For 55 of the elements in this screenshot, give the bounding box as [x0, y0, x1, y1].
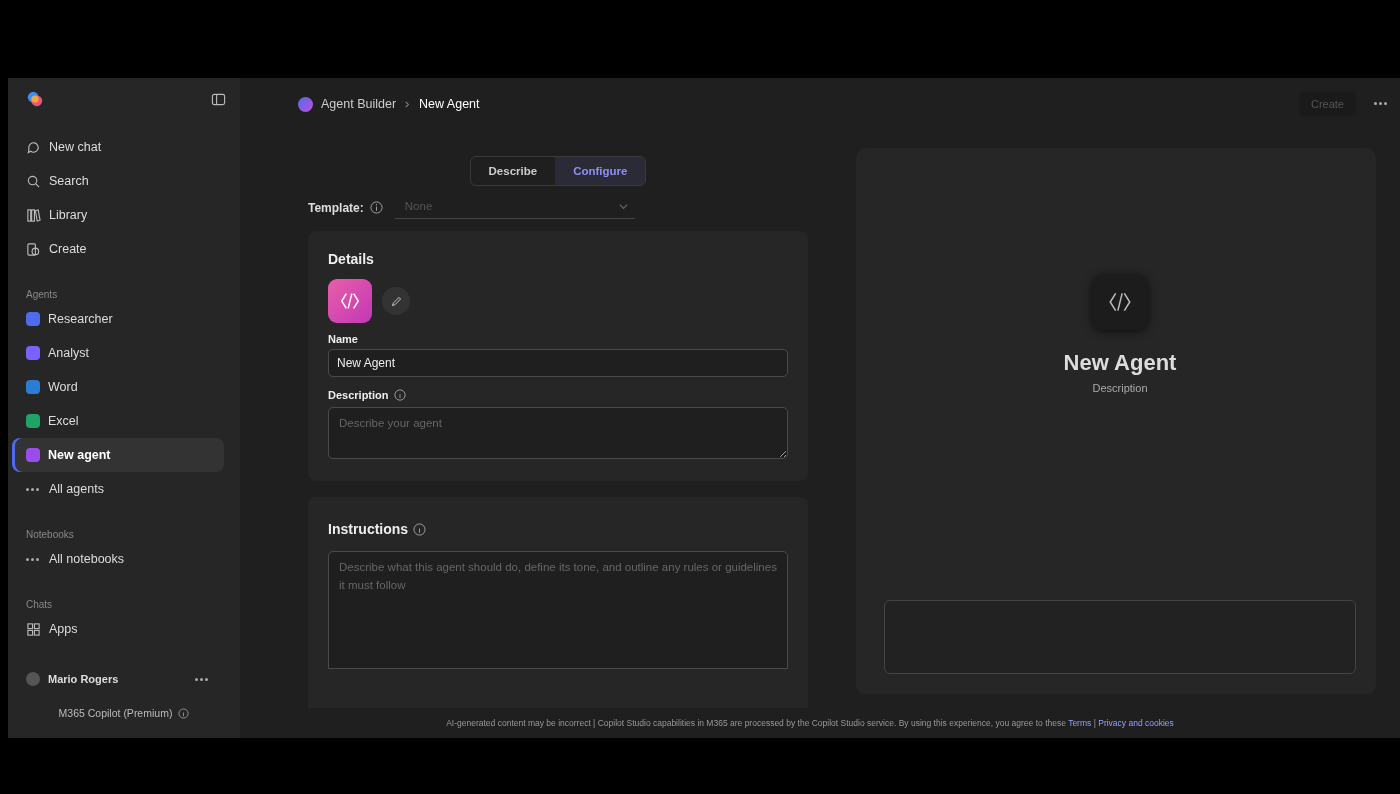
more-icon[interactable]	[195, 677, 210, 681]
agent-icon-button[interactable]	[328, 279, 372, 323]
agent-builder-logo-icon	[298, 96, 313, 112]
sidebar-item[interactable]: Library	[12, 198, 224, 232]
sidebar-item[interactable]: Excel	[12, 404, 224, 438]
sidebar-item[interactable]: All notebooks	[12, 542, 224, 576]
more-icon	[26, 557, 41, 561]
chevron-right-icon	[404, 100, 412, 108]
info-icon[interactable]	[369, 201, 383, 214]
section-title: Details	[328, 251, 375, 267]
section-title: Instructions	[328, 521, 409, 537]
sidebar-item[interactable]: Researcher	[12, 302, 224, 336]
app-logo-icon[interactable]	[26, 90, 44, 108]
section-heading: Notebooks	[26, 529, 74, 540]
more-icon	[26, 487, 41, 491]
name-label: Name	[328, 333, 359, 345]
sidebar-item[interactable]: Apps	[12, 612, 224, 646]
edit-button[interactable]	[382, 287, 410, 315]
sidebar-item[interactable]: Search	[12, 164, 224, 198]
user-name[interactable]: Mario Rogers	[48, 673, 187, 685]
sidebar-item[interactable]: Analyst	[12, 336, 224, 370]
description-input[interactable]: Describe your agent	[328, 407, 788, 459]
tab[interactable]: Configure	[555, 157, 646, 185]
agent-name: New Agent	[1063, 350, 1177, 376]
more-options-icon[interactable]	[1374, 102, 1388, 106]
plan-label: M365 Copilot (Premium)	[58, 707, 173, 719]
breadcrumb-item[interactable]: Agent Builder	[321, 97, 397, 111]
sidebar-toggle-icon[interactable]	[211, 91, 226, 107]
pencil-icon	[389, 294, 403, 308]
section-heading: Chats	[26, 599, 53, 610]
sidebar-item[interactable]: Word	[12, 370, 224, 404]
breadcrumb-item: New Agent	[419, 97, 480, 111]
document-icon	[26, 241, 41, 257]
sidebar-item[interactable]: Create	[12, 232, 224, 266]
agent-description: Description	[1092, 382, 1148, 394]
chat-bubble-icon	[26, 139, 41, 155]
info-icon[interactable]	[393, 389, 406, 401]
footer-link[interactable]: Terms	[1068, 718, 1092, 728]
instructions-input[interactable]: Describe what this agent should do, define its tone, and outline any rules or guidelines it must follow	[328, 551, 788, 669]
sidebar-item[interactable]: New agent	[12, 438, 224, 472]
disclaimer-text: AI-generated content may be incorrect | Copilot Studio capabilities in M365 are processed by the Copilot Studio service. By using this experience, you agree to these Terms | Privacy and cookies	[446, 718, 1174, 728]
name-input[interactable]: New Agent	[328, 349, 788, 377]
info-icon[interactable]	[413, 522, 427, 536]
sidebar-item[interactable]: All agents	[12, 472, 224, 506]
sidebar-item[interactable]: New chat	[12, 130, 224, 164]
template-label: Template:	[308, 200, 364, 215]
chat-input[interactable]	[884, 600, 1356, 674]
tab[interactable]: Describe	[470, 157, 556, 185]
info-icon[interactable]	[178, 707, 190, 719]
footer-link[interactable]: Privacy and cookies	[1098, 718, 1174, 728]
search-icon	[26, 173, 41, 189]
description-label: Description	[328, 389, 389, 401]
apps-grid-icon	[26, 621, 41, 637]
section-heading: Agents	[26, 289, 58, 300]
books-icon	[26, 207, 41, 223]
